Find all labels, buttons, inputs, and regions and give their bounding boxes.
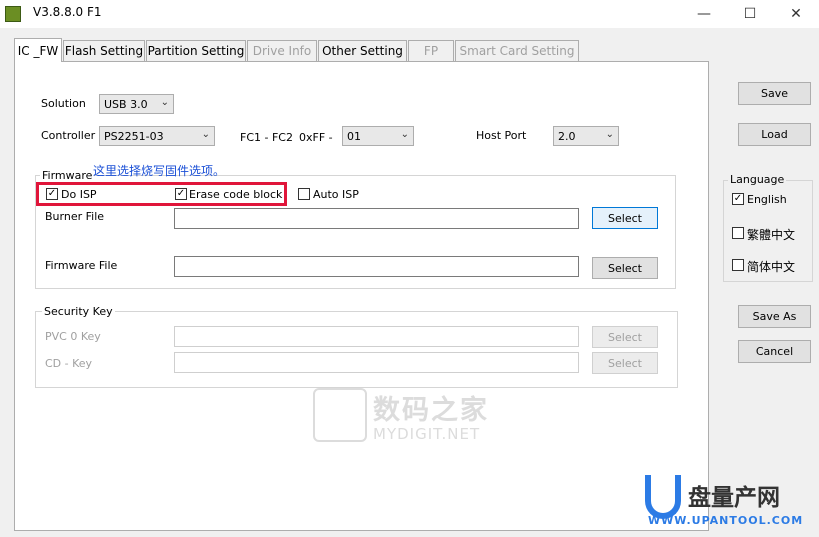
firmware-file-label: Firmware File: [45, 259, 118, 272]
app-icon: [5, 6, 21, 22]
pvc-key-select-button[interactable]: Select: [592, 326, 658, 348]
firmware-file-select-button[interactable]: Select: [592, 257, 658, 279]
save-as-button[interactable]: Save As: [738, 305, 811, 328]
chevron-down-icon: ⌄: [160, 97, 169, 108]
burner-file-input[interactable]: [174, 208, 579, 229]
tab-label: FP: [423, 44, 439, 58]
solution-select[interactable]: USB 3.0 ⌄: [99, 94, 174, 114]
language-simplified-chinese-label: 简体中文: [747, 260, 796, 274]
save-button[interactable]: Save: [738, 82, 811, 105]
tab-other-setting[interactable]: Other Setting: [318, 40, 407, 61]
host-port-label: Host Port: [476, 129, 527, 142]
firmware-file-input[interactable]: [174, 256, 579, 277]
auto-isp-label: Auto ISP: [313, 188, 359, 201]
chevron-down-icon: ⌄: [400, 129, 409, 140]
tab-smart-card-setting[interactable]: Smart Card Setting: [455, 40, 579, 61]
fc-label: FC1 - FC2: [240, 131, 293, 144]
cancel-button[interactable]: Cancel: [738, 340, 811, 363]
fc-value: 01: [347, 129, 361, 143]
watermark-mydigit-en: MYDIGIT.NET: [373, 425, 481, 443]
auto-isp-checkbox[interactable]: [298, 188, 310, 200]
tab-drive-info[interactable]: Drive Info: [247, 40, 317, 61]
language-traditional-chinese-label: 繁體中文: [747, 228, 796, 242]
window-title: V3.8.8.0 F1: [33, 5, 102, 19]
tab-label: Partition Setting: [147, 44, 245, 58]
host-port-select[interactable]: 2.0 ⌄: [553, 126, 619, 146]
cd-key-label: CD - Key: [45, 357, 93, 370]
maximize-icon[interactable]: ☐: [727, 0, 773, 28]
watermark-upantool-en: WWW.UPANTOOL.COM: [648, 514, 804, 527]
security-key-group-title: Security Key: [42, 305, 115, 318]
fc-prefix: 0xFF -: [299, 131, 333, 144]
burner-file-select-button[interactable]: Select: [592, 207, 658, 229]
upantool-u-logo-icon: [645, 475, 681, 519]
tab-label: Flash Setting: [64, 44, 144, 58]
tab-label: IC _FW: [17, 43, 59, 58]
watermark-mydigit-cn: 数码之家: [373, 395, 489, 426]
annotation-text: 这里选择烧写固件选项。: [93, 164, 226, 178]
firmware-group-title: Firmware: [40, 169, 95, 182]
tab-flash-setting[interactable]: Flash Setting: [63, 40, 145, 61]
watermark-upantool-cn: 盘量产网: [688, 485, 780, 511]
pvc-key-label: PVC 0 Key: [45, 330, 101, 343]
language-group-title: Language: [728, 173, 787, 186]
chevron-down-icon: ⌄: [605, 129, 614, 140]
fc-select[interactable]: 01 ⌄: [342, 126, 414, 146]
tab-partition-setting[interactable]: Partition Setting: [146, 40, 246, 61]
annotation-highlight-box: [36, 182, 287, 206]
check-icon: ✓: [733, 193, 743, 204]
language-traditional-chinese-checkbox[interactable]: [732, 227, 744, 239]
minimize-icon[interactable]: —: [681, 0, 727, 28]
tab-label: Other Setting: [322, 44, 403, 58]
tab-label: Drive Info: [252, 44, 312, 58]
controller-label: Controller: [41, 129, 96, 142]
load-button[interactable]: Load: [738, 123, 811, 146]
solution-value: USB 3.0: [104, 97, 148, 111]
chevron-down-icon: ⌄: [201, 129, 210, 140]
cd-key-select-button[interactable]: Select: [592, 352, 658, 374]
tab-label: Smart Card Setting: [459, 44, 575, 58]
solution-label: Solution: [41, 97, 86, 110]
cd-key-input[interactable]: [174, 352, 579, 373]
controller-value: PS2251-03: [104, 129, 164, 143]
security-key-group: [35, 311, 678, 388]
language-simplified-chinese-checkbox[interactable]: [732, 259, 744, 271]
close-icon[interactable]: ✕: [773, 0, 819, 28]
controller-select[interactable]: PS2251-03 ⌄: [99, 126, 215, 146]
burner-file-label: Burner File: [45, 210, 105, 223]
language-english-label: English: [747, 193, 787, 206]
language-english-checkbox[interactable]: ✓: [732, 193, 744, 205]
host-port-value: 2.0: [558, 129, 576, 143]
pvc-key-input[interactable]: [174, 326, 579, 347]
mydigit-logo-icon: [313, 388, 367, 442]
tab-fp[interactable]: FP: [408, 40, 454, 61]
tab-ic-fw[interactable]: IC _FW: [14, 38, 62, 62]
